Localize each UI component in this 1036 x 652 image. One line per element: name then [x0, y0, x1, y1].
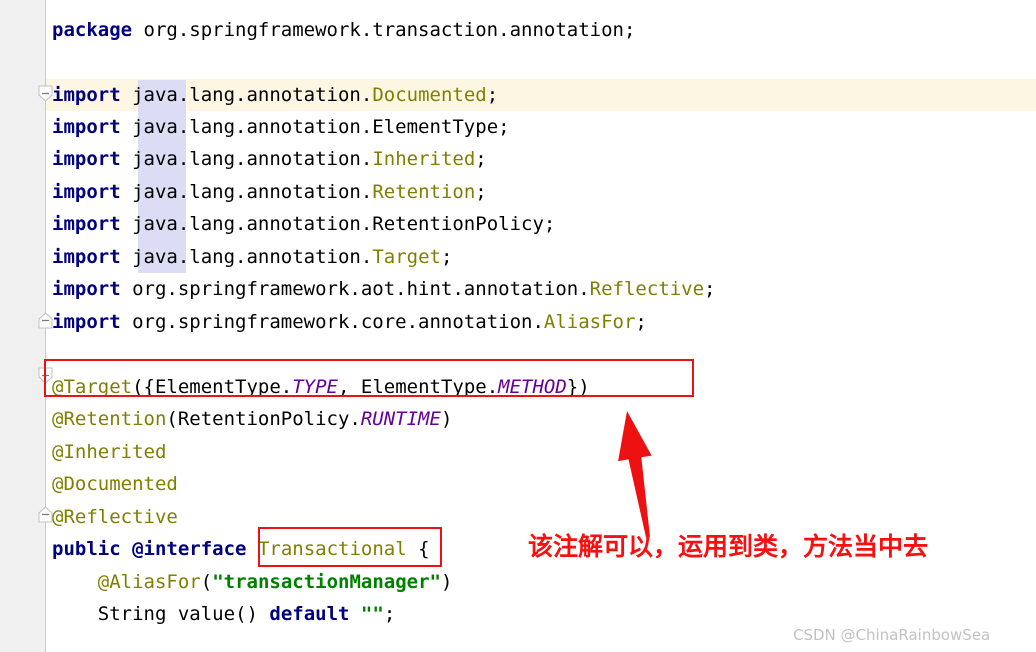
code-token-plain: java.lang.annotation.: [120, 148, 373, 170]
code-token-kw: package: [52, 19, 133, 41]
code-token-plain: org.springframework.transaction.annotati…: [132, 19, 636, 41]
code-token-kw: @interface: [132, 538, 247, 560]
code-line[interactable]: @AliasFor("transactionManager"): [98, 566, 453, 598]
highlight-box-target-annotation: [44, 359, 694, 397]
fold-marker-icon[interactable]: [38, 85, 53, 102]
code-token-cls: AliasFor: [543, 311, 636, 333]
code-line[interactable]: import java.lang.annotation.Target;: [52, 241, 452, 273]
highlight-box-transactional-name: [258, 527, 442, 567]
code-editor-screenshot: package org.springframework.transaction.…: [0, 0, 1036, 652]
code-token-anno: @Reflective: [52, 506, 178, 528]
code-token-kw: import: [52, 84, 121, 106]
code-token-cls: Target: [372, 246, 441, 268]
code-token-anno: @Documented: [52, 473, 178, 495]
watermark-text: CSDN @ChinaRainbowSea: [793, 626, 991, 644]
code-token-plain: ;: [475, 148, 487, 170]
code-token-str: "": [360, 603, 384, 625]
code-token-kw: import: [52, 116, 121, 138]
code-line[interactable]: @Documented: [52, 468, 178, 500]
code-token-cls: Reflective: [589, 278, 705, 300]
code-token-plain: java.lang.annotation.: [120, 181, 373, 203]
code-token-plain: (RetentionPolicy.: [166, 408, 361, 430]
code-line[interactable]: import org.springframework.core.annotati…: [52, 306, 647, 338]
code-line[interactable]: String value() default "";: [98, 598, 395, 630]
fold-region-line-imports: [45, 0, 46, 320]
code-token-anno: @Retention: [52, 408, 167, 430]
fold-marker-icon[interactable]: [38, 312, 53, 329]
code-token-plain: ): [440, 408, 453, 430]
code-line[interactable]: import java.lang.annotation.Documented;: [52, 79, 498, 111]
code-line[interactable]: import java.lang.annotation.RetentionPol…: [52, 208, 555, 240]
code-token-plain: ;: [486, 84, 499, 106]
code-token-plain: ): [440, 571, 453, 593]
code-token-kw: import: [52, 148, 121, 170]
code-token-kw: import: [52, 311, 121, 333]
code-line[interactable]: import java.lang.annotation.ElementType;: [52, 111, 510, 143]
code-token-plain: java.lang.annotation.ElementType;: [120, 116, 510, 138]
code-token-plain: ;: [440, 246, 453, 268]
code-token-str: "transactionManager": [212, 571, 441, 593]
code-token-plain: org.springframework.aot.hint.annotation.: [120, 278, 590, 300]
code-token-anno: @AliasFor: [97, 571, 201, 593]
code-token-plain: ;: [383, 603, 396, 625]
fold-marker-icon[interactable]: [38, 506, 53, 523]
code-token-cls: Documented: [372, 84, 487, 106]
code-line[interactable]: @Retention(RetentionPolicy.RUNTIME): [52, 403, 452, 435]
code-token-kw: default: [269, 603, 350, 625]
code-token-kw: import: [52, 278, 121, 300]
code-token-plain: ;: [475, 181, 487, 203]
code-line[interactable]: import java.lang.annotation.Retention;: [52, 176, 487, 208]
code-token-cls: Retention: [372, 181, 476, 203]
code-line[interactable]: @Reflective: [52, 501, 178, 533]
code-line[interactable]: package org.springframework.transaction.…: [52, 14, 635, 46]
code-token-kw: public: [52, 538, 121, 560]
code-token-plain: ;: [704, 278, 716, 300]
code-line[interactable]: @Inherited: [52, 436, 166, 468]
code-token-plain: java.lang.annotation.: [120, 246, 373, 268]
code-token-plain: org.springframework.core.annotation.: [120, 311, 544, 333]
code-token-plain: String value(): [97, 603, 270, 625]
code-token-plain: java.lang.annotation.RetentionPolicy;: [120, 213, 556, 235]
code-line[interactable]: import org.springframework.aot.hint.anno…: [52, 273, 715, 305]
code-token-cls: Inherited: [372, 148, 476, 170]
code-token-kw: import: [52, 246, 121, 268]
code-token-plain: ;: [635, 311, 647, 333]
code-token-plain: (: [200, 571, 213, 593]
code-token-kw: import: [52, 181, 121, 203]
code-token-plain: java.lang.annotation.: [120, 84, 373, 106]
code-token-stat: RUNTIME: [360, 408, 441, 430]
code-token-kw: import: [52, 213, 121, 235]
code-token-anno: @Inherited: [52, 441, 167, 463]
callout-note-text: 该注解可以，运用到类，方法当中去: [528, 532, 929, 561]
code-line[interactable]: import java.lang.annotation.Inherited;: [52, 143, 487, 175]
